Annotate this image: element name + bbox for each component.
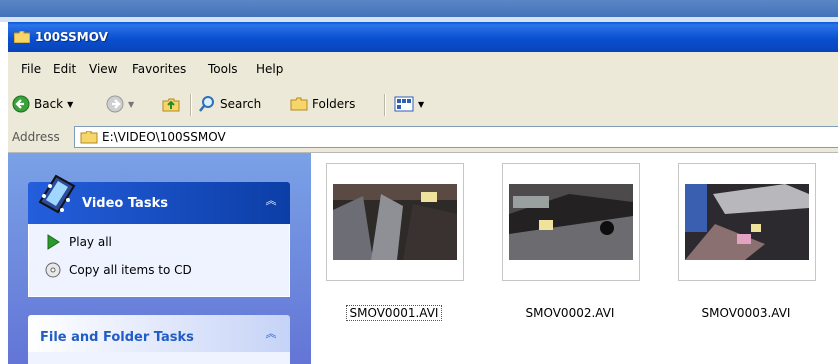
up-button[interactable] bbox=[162, 95, 180, 113]
folders-icon bbox=[290, 97, 308, 111]
background-window-strip bbox=[0, 0, 838, 22]
cd-icon bbox=[45, 262, 61, 278]
search-button[interactable]: Search bbox=[198, 95, 261, 113]
address-input[interactable]: E:\VIDEO\100SSMOV bbox=[74, 126, 838, 148]
forward-button[interactable]: ▼ bbox=[106, 95, 134, 113]
file-name-label[interactable]: SMOV0002.AVI bbox=[502, 306, 638, 320]
video-tasks-header[interactable]: Video Tasks ︽ bbox=[28, 174, 290, 224]
folders-label: Folders bbox=[312, 97, 356, 111]
menu-edit[interactable]: Edit bbox=[50, 62, 79, 76]
menu-tools[interactable]: Tools bbox=[205, 62, 241, 76]
explorer-content: Video Tasks ︽ Play all Copy all items to… bbox=[8, 153, 838, 364]
video-frame-image bbox=[509, 184, 633, 260]
search-icon bbox=[199, 96, 214, 112]
task-pane: Video Tasks ︽ Play all Copy all items to… bbox=[8, 153, 311, 364]
video-tasks-panel: Video Tasks ︽ Play all Copy all items to… bbox=[28, 174, 290, 297]
folder-icon bbox=[80, 131, 98, 144]
views-button[interactable]: ▼ bbox=[394, 95, 424, 113]
copy-to-cd-label: Copy all items to CD bbox=[69, 263, 192, 277]
folders-button[interactable]: Folders bbox=[290, 95, 355, 113]
play-all-link[interactable]: Play all bbox=[45, 234, 112, 250]
toolbar-separator bbox=[190, 94, 192, 116]
video-tasks-body: Play all Copy all items to CD bbox=[28, 224, 290, 297]
forward-dropdown-icon[interactable]: ▼ bbox=[128, 100, 134, 109]
file-name: SMOV0002.AVI bbox=[525, 306, 615, 320]
video-frame-image bbox=[685, 184, 809, 260]
file-name: SMOV0001.AVI bbox=[345, 305, 443, 321]
window-title: 100SSMOV bbox=[35, 30, 108, 44]
file-folder-tasks-title: File and Folder Tasks bbox=[40, 330, 194, 345]
views-dropdown-icon[interactable]: ▼ bbox=[418, 100, 424, 109]
folder-icon bbox=[14, 31, 30, 43]
menu-favorites[interactable]: Favorites bbox=[129, 62, 189, 76]
video-thumbnail[interactable] bbox=[502, 163, 640, 281]
file-folder-tasks-body bbox=[28, 352, 290, 364]
folder-up-icon bbox=[162, 98, 180, 112]
back-label: Back bbox=[34, 97, 64, 111]
copy-to-cd-link[interactable]: Copy all items to CD bbox=[45, 262, 192, 278]
toolbar-separator bbox=[384, 94, 386, 116]
file-name-label[interactable]: SMOV0003.AVI bbox=[678, 306, 814, 320]
video-frame-image bbox=[333, 184, 457, 260]
file-folder-tasks-panel[interactable]: File and Folder Tasks ︽ bbox=[28, 315, 290, 364]
title-bar[interactable]: 100SSMOV bbox=[8, 22, 838, 52]
file-name-label[interactable]: SMOV0001.AVI bbox=[326, 305, 462, 321]
address-bar: Address E:\VIDEO\100SSMOV bbox=[8, 122, 838, 153]
address-label: Address bbox=[12, 130, 60, 144]
collapse-chevron-icon[interactable]: ︽ bbox=[264, 194, 278, 208]
play-all-label: Play all bbox=[69, 235, 112, 249]
menu-help[interactable]: Help bbox=[253, 62, 286, 76]
back-arrow-icon bbox=[12, 95, 30, 113]
menu-bar: File Edit View Favorites Tools Help bbox=[8, 52, 838, 87]
video-thumbnail[interactable] bbox=[678, 163, 816, 281]
back-dropdown-icon[interactable]: ▼ bbox=[67, 100, 73, 109]
forward-arrow-icon bbox=[106, 95, 124, 113]
address-value: E:\VIDEO\100SSMOV bbox=[102, 130, 226, 144]
menu-view[interactable]: View bbox=[86, 62, 120, 76]
video-thumbnail[interactable] bbox=[326, 163, 464, 281]
collapse-chevron-icon[interactable]: ︽ bbox=[264, 327, 278, 341]
video-film-icon bbox=[38, 174, 76, 214]
video-tasks-title: Video Tasks bbox=[82, 196, 168, 211]
menu-file[interactable]: File bbox=[18, 62, 44, 76]
play-icon bbox=[47, 234, 60, 250]
views-icon bbox=[394, 96, 414, 112]
search-label: Search bbox=[220, 97, 262, 111]
toolbar: Back ▼ ▼ Search Folders ▼ bbox=[8, 86, 838, 123]
back-button[interactable]: Back ▼ bbox=[12, 95, 73, 113]
file-name: SMOV0003.AVI bbox=[701, 306, 791, 320]
